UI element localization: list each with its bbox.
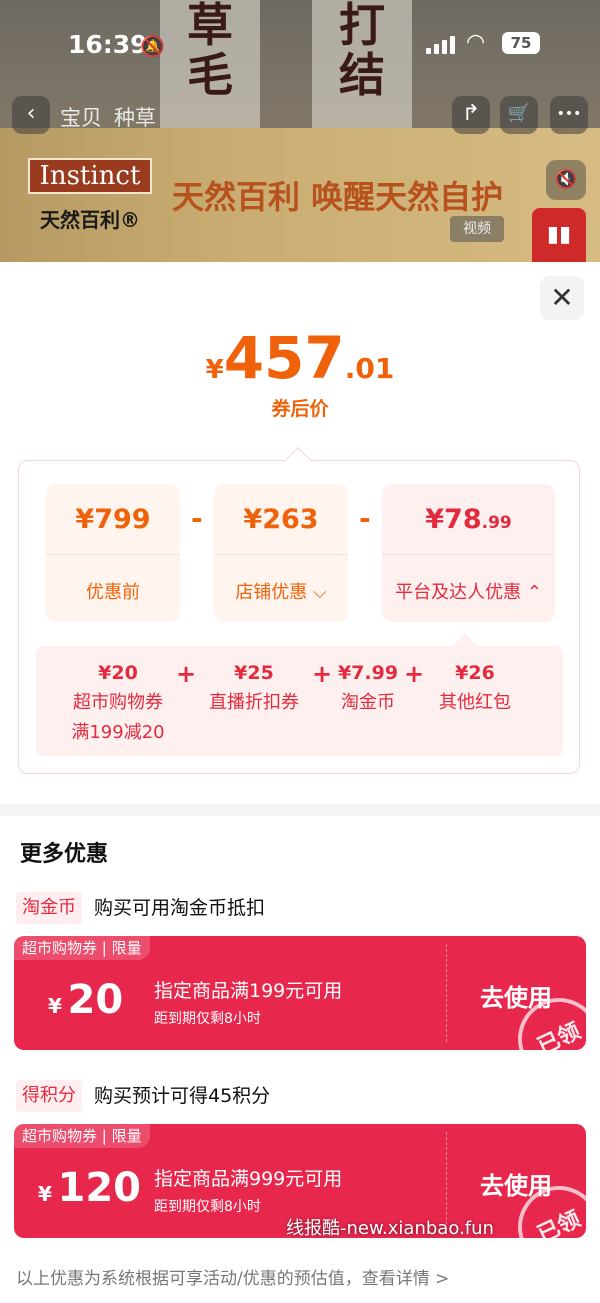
coupon-card[interactable]: 超市购物券 | 限量 ¥ 20 指定商品满199元可用 距到期仅剩8小时 去使用…	[14, 936, 586, 1050]
footer-disclaimer-link[interactable]: 以上优惠为系统根据可享活动/优惠的预估值，查看详情 >	[16, 1264, 449, 1289]
coupon-condition: 指定商品满199元可用	[154, 980, 343, 1002]
platform-item-name: 超市购物券	[73, 692, 163, 713]
currency-symbol: ¥	[205, 355, 224, 385]
breakdown-amount-dec: .99	[481, 513, 512, 533]
platform-item-coins: ¥7.99 淘金币	[332, 658, 404, 718]
coins-tag: 淘金币	[16, 892, 82, 924]
platform-item-live: ¥25 直播折扣券	[202, 658, 306, 718]
platform-item-redpacket: ¥26 其他红包	[430, 658, 520, 718]
platform-item-name: 直播折扣券	[209, 692, 299, 713]
back-button[interactable]: ‹	[12, 96, 50, 134]
breakdown-store-discount[interactable]: ¥263 店铺优惠 ⌵	[214, 484, 348, 622]
section-divider	[0, 804, 600, 816]
breakdown-label: 平台及达人优惠 ⌃	[395, 582, 542, 603]
cart-button[interactable]: 🛒	[500, 96, 538, 134]
plus-operator: +	[176, 660, 197, 688]
coupon-caption: 超市购物券 | 限量	[14, 1124, 150, 1148]
brand-logo-cn: 天然百利®	[40, 208, 140, 232]
mute-icon[interactable]: 🔇	[546, 160, 586, 200]
coupon-currency: ¥	[48, 994, 62, 1018]
more-offers-title: 更多优惠	[20, 842, 109, 867]
coupon-currency: ¥	[38, 1182, 52, 1206]
price-integer: 457	[223, 324, 345, 392]
breakdown-label: 优惠前	[86, 582, 140, 603]
points-tag: 得积分	[16, 1080, 82, 1112]
coupon-caption: 超市购物券 | 限量	[14, 936, 150, 960]
price-decimal: .01	[344, 352, 395, 385]
coupon-value: 120	[57, 1165, 142, 1211]
coupon-amount: ¥ 20	[48, 980, 123, 1020]
coupon-amount: ¥ 120	[38, 1168, 141, 1208]
status-time: 16:39	[68, 30, 148, 59]
plus-operator: +	[404, 660, 425, 688]
platform-item-value: ¥20	[98, 662, 138, 684]
breakdown-amount: ¥799	[75, 504, 151, 535]
minus-operator: -	[191, 502, 203, 535]
tab-seeding[interactable]: 种草	[114, 102, 156, 132]
platform-item-note: 满199减20	[71, 722, 165, 743]
platform-item-value: ¥7.99	[337, 662, 399, 684]
share-button[interactable]: ↱	[452, 96, 490, 134]
platform-item-value: ¥26	[455, 662, 495, 684]
coupon-value: 20	[67, 977, 124, 1023]
coupon-expiry: 距到期仅剩8小时	[154, 1011, 261, 1027]
tab-items[interactable]: 宝贝	[60, 102, 102, 132]
status-bar: 16:39 🔕 ◠ 75	[0, 26, 600, 66]
plus-operator: +	[312, 660, 333, 688]
platform-item-value: ¥25	[234, 662, 274, 684]
points-text: 购买预计可得45积分	[94, 1085, 271, 1107]
final-price: ¥457.01	[0, 324, 600, 392]
final-price-label: 券后价	[271, 398, 329, 420]
breakdown-label: 店铺优惠 ⌵	[235, 582, 327, 603]
breakdown-amount: ¥78.99	[382, 504, 555, 535]
brand-logo: Instinct	[28, 158, 152, 194]
minus-operator: -	[359, 502, 371, 535]
wifi-icon: ◠	[466, 30, 486, 55]
coupon-divider	[446, 944, 447, 1042]
close-button[interactable]: ✕	[540, 276, 584, 320]
silent-bell-icon: 🔕	[140, 34, 165, 58]
coins-text: 购买可用淘金币抵扣	[94, 897, 266, 919]
more-button[interactable]: •••	[550, 96, 588, 134]
live-stats-icon[interactable]: ▮▮	[532, 208, 586, 262]
coupon-expiry: 距到期仅剩8小时	[154, 1199, 261, 1215]
platform-item-name: 淘金币	[341, 692, 395, 713]
breakdown-amount: ¥263	[243, 504, 319, 535]
breakdown-original-price: ¥799 优惠前	[46, 484, 180, 622]
watermark-text: 线报酷-new.xianbao.fun	[286, 1218, 494, 1239]
breakdown-platform-discount[interactable]: ¥78.99 平台及达人优惠 ⌃	[382, 484, 555, 622]
brand-slogan: 天然百利 唤醒天然自护	[172, 178, 504, 216]
cellular-signal-icon	[426, 36, 458, 54]
battery-icon: 75	[502, 32, 540, 54]
breakdown-amount-int: ¥78	[425, 504, 482, 535]
coupon-condition: 指定商品满999元可用	[154, 1168, 343, 1190]
platform-item-name: 其他红包	[439, 692, 511, 713]
platform-item-supermarket: ¥20 超市购物券 满199减20	[66, 658, 170, 748]
video-tag[interactable]: 视频	[450, 216, 504, 242]
